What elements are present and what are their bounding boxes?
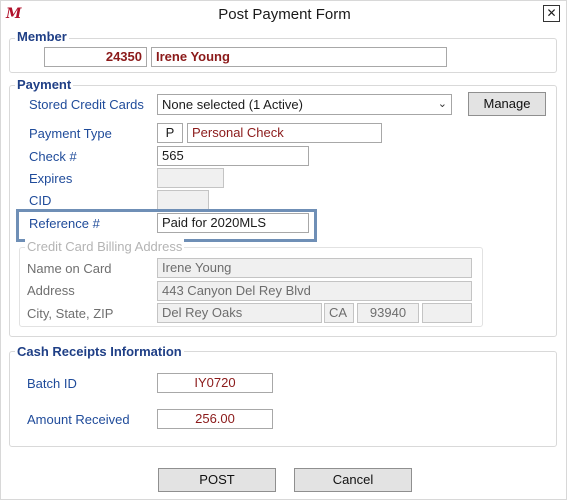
member-name-field[interactable]: Irene Young xyxy=(151,47,447,67)
cancel-button[interactable]: Cancel xyxy=(294,468,412,492)
manage-button[interactable]: Manage xyxy=(468,92,546,116)
cid-label: CID xyxy=(29,193,52,208)
payment-type-label: Payment Type xyxy=(29,126,112,141)
name-on-card-field: Irene Young xyxy=(157,258,472,278)
billing-legend: Credit Card Billing Address xyxy=(25,239,185,254)
check-number-field[interactable]: 565 xyxy=(157,146,309,166)
city-field: Del Rey Oaks xyxy=(157,303,322,323)
check-number-label: Check # xyxy=(29,149,77,164)
state-field: CA xyxy=(324,303,354,323)
name-on-card-label: Name on Card xyxy=(27,261,112,276)
amount-received-field[interactable]: 256.00 xyxy=(157,409,273,429)
batch-id-field[interactable]: IY0720 xyxy=(157,373,273,393)
member-legend: Member xyxy=(15,29,69,44)
reference-label: Reference # xyxy=(29,216,100,231)
amount-received-label: Amount Received xyxy=(27,412,130,427)
window-title: Post Payment Form xyxy=(218,6,351,23)
reference-field[interactable]: Paid for 2020MLS xyxy=(157,213,309,233)
cash-receipts-group xyxy=(9,351,557,447)
expires-label: Expires xyxy=(29,171,73,186)
payment-legend: Payment xyxy=(15,77,74,92)
member-id-field[interactable]: 24350 xyxy=(44,47,147,67)
stored-cards-value: None selected (1 Active) xyxy=(162,97,303,112)
city-state-zip-label: City, State, ZIP xyxy=(27,306,114,321)
cid-field xyxy=(157,190,209,210)
close-button[interactable]: ✕ xyxy=(543,5,560,22)
stored-cards-select[interactable]: None selected (1 Active) ⌄ xyxy=(157,94,452,115)
zip-field: 93940 xyxy=(357,303,419,323)
cash-receipts-legend: Cash Receipts Information xyxy=(15,344,184,359)
post-payment-window: M Post Payment Form ✕ Member 24350 Irene… xyxy=(0,0,567,500)
address-field: 443 Canyon Del Rey Blvd xyxy=(157,281,472,301)
title-bar: M Post Payment Form ✕ xyxy=(1,1,567,29)
stored-cards-label: Stored Credit Cards xyxy=(29,97,144,112)
expires-field xyxy=(157,168,224,188)
payment-type-name-field: Personal Check xyxy=(187,123,382,143)
chevron-down-icon: ⌄ xyxy=(437,98,447,110)
post-button[interactable]: POST xyxy=(158,468,276,492)
zip-extension-field xyxy=(422,303,472,323)
batch-id-label: Batch ID xyxy=(27,376,77,391)
address-label: Address xyxy=(27,283,75,298)
payment-type-code-field[interactable]: P xyxy=(157,123,183,143)
